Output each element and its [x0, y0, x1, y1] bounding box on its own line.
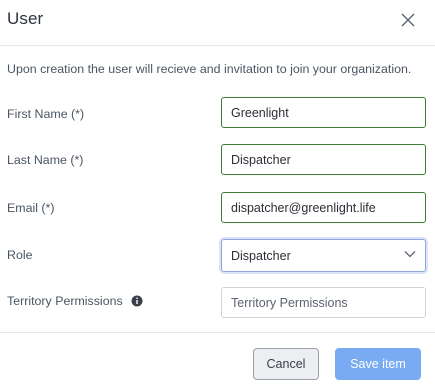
- save-button[interactable]: Save item: [335, 348, 421, 380]
- info-icon[interactable]: [131, 295, 143, 307]
- territory-permissions-field[interactable]: [221, 287, 426, 318]
- dialog-footer: Cancel Save item: [0, 332, 435, 390]
- chevron-down-icon: [404, 250, 416, 258]
- close-button[interactable]: [397, 9, 419, 31]
- close-icon: [401, 13, 415, 27]
- role-label: Role: [7, 248, 33, 262]
- email-field[interactable]: [221, 192, 426, 223]
- dialog-title: User: [7, 9, 44, 28]
- email-label: Email (*): [7, 201, 55, 215]
- intro-text: Upon creation the user will recieve and …: [7, 62, 412, 76]
- last-name-label: Last Name (*): [7, 153, 84, 167]
- last-name-field[interactable]: [221, 144, 426, 175]
- role-selected-value: Dispatcher: [231, 249, 291, 263]
- first-name-field[interactable]: [221, 97, 426, 128]
- territory-label: Territory Permissions: [7, 294, 123, 308]
- dialog-header: User: [0, 0, 435, 46]
- cancel-button[interactable]: Cancel: [253, 348, 319, 380]
- role-select[interactable]: Dispatcher: [221, 239, 426, 272]
- territory-label-row: Territory Permissions: [7, 294, 143, 308]
- user-dialog: User Upon creation the user will recieve…: [0, 0, 435, 390]
- first-name-label: First Name (*): [7, 107, 85, 121]
